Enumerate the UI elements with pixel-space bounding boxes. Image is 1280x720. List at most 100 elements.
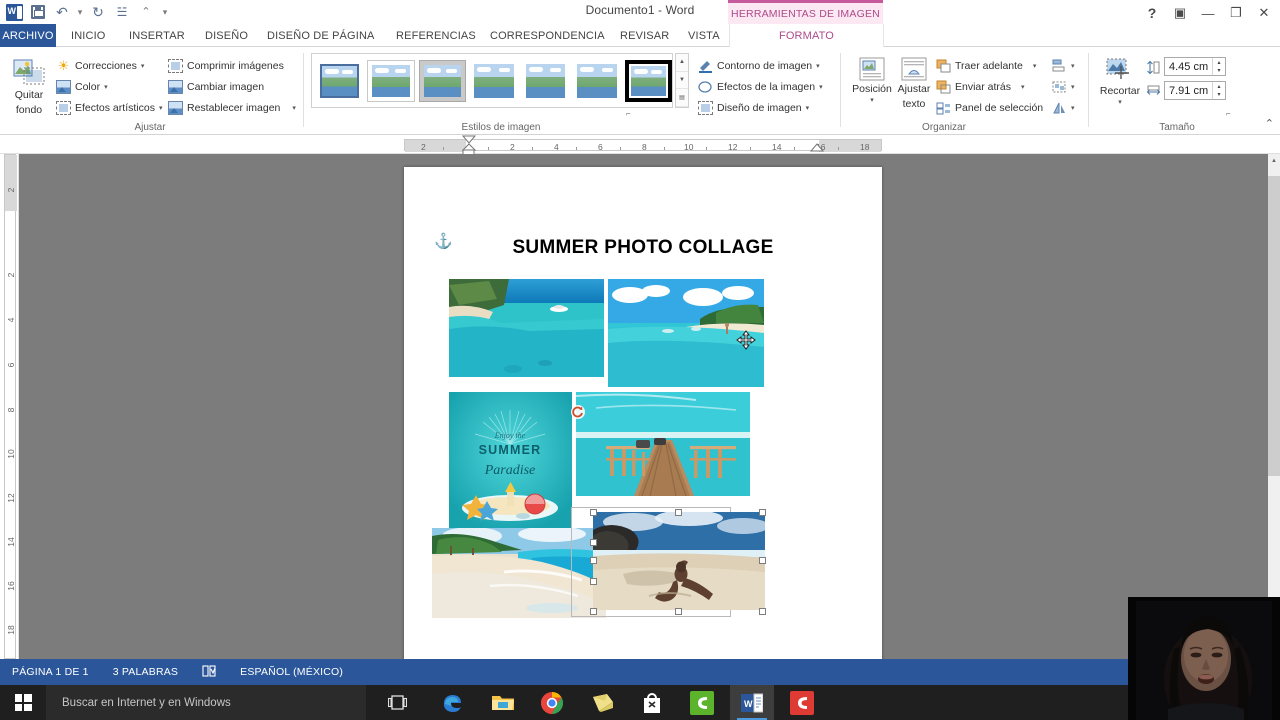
picture-style-5[interactable] [522, 60, 569, 102]
tab-revisar[interactable]: REVISAR [611, 24, 678, 47]
picture-style-7-selected[interactable] [624, 59, 673, 102]
vertical-ruler-track[interactable]: 2 2 4 6 8 10 12 14 16 18 [4, 154, 17, 659]
document-heading[interactable]: SUMMER PHOTO COLLAGE [404, 237, 882, 259]
close-button[interactable]: ✕ [1250, 1, 1278, 25]
help-button[interactable]: ? [1138, 1, 1166, 25]
picture-layout-button[interactable]: Diseño de imagen ▾ [698, 97, 823, 118]
chevron-down-icon[interactable]: ▾ [1033, 62, 1037, 70]
camtasia-icon[interactable] [680, 685, 724, 720]
ribbon-display-options-button[interactable]: ▣ [1166, 1, 1194, 25]
group-objects-button[interactable]: ▾ [1052, 76, 1075, 97]
chevron-down-icon[interactable]: ▾ [1071, 62, 1075, 70]
selection-handle-bottom-left[interactable] [590, 608, 597, 615]
remove-background-button[interactable]: Quitar fondo [4, 51, 54, 116]
shape-height-down[interactable]: ▾ [1213, 67, 1225, 76]
chevron-down-icon[interactable]: ▾ [819, 83, 823, 91]
document-page[interactable]: ⚓ SUMMER PHOTO COLLAGE Enjoy the SUMMER … [404, 167, 882, 659]
selection-handle-bottom-center[interactable] [675, 608, 682, 615]
selection-handle-top-center[interactable] [675, 509, 682, 516]
selection-pane-button[interactable]: Panel de selección [936, 97, 1043, 118]
scrollbar-thumb[interactable] [1268, 176, 1280, 476]
shape-width-stepper[interactable]: ▴ ▾ [1212, 82, 1225, 99]
compress-pictures-button[interactable]: Comprimir imágenes [168, 55, 296, 76]
chevron-down-icon[interactable]: ▾ [870, 96, 874, 104]
tab-formato[interactable]: FORMATO [729, 24, 884, 47]
photo-pier[interactable] [576, 392, 750, 496]
restore-button[interactable]: ❐ [1222, 1, 1250, 25]
artistic-effects-button[interactable]: Efectos artísticos ▾ [56, 97, 162, 118]
chevron-down-icon[interactable]: ▾ [292, 104, 296, 112]
wrap-text-button[interactable]: Ajustar texto [892, 51, 936, 110]
position-button[interactable]: Posición ▾ [850, 51, 894, 104]
send-backward-button[interactable]: Enviar atrás ▾ [936, 76, 1043, 97]
tab-correspondencia[interactable]: CORRESPONDENCIA [481, 24, 614, 47]
chevron-down-icon[interactable]: ▾ [806, 104, 810, 112]
picture-style-2[interactable] [367, 59, 415, 102]
camtasia-recorder-icon[interactable] [780, 685, 824, 720]
selection-handle-middle-left[interactable] [590, 557, 597, 564]
tab-referencias[interactable]: REFERENCIAS [387, 24, 485, 47]
store-icon[interactable] [630, 685, 674, 720]
file-explorer-icon[interactable] [481, 685, 525, 720]
vertical-scrollbar[interactable]: ▲ ▼ [1268, 154, 1280, 659]
task-view-button[interactable] [375, 685, 419, 720]
selection-handle-shore-right-top[interactable] [590, 539, 597, 546]
align-objects-button[interactable]: ▾ [1052, 55, 1075, 76]
bring-forward-button[interactable]: Traer adelante ▾ [936, 55, 1043, 76]
collapse-ribbon-button[interactable]: ⌃ [1265, 117, 1274, 130]
picture-styles-dialog-launcher[interactable]: ⌐ [626, 109, 636, 119]
chevron-down-icon[interactable]: ▾ [1118, 98, 1122, 106]
selection-handle-top-left[interactable] [590, 509, 597, 516]
chevron-down-icon[interactable]: ▾ [1071, 83, 1075, 91]
start-button[interactable] [0, 685, 46, 720]
picture-style-3[interactable] [418, 59, 467, 102]
minimize-button[interactable]: — [1194, 1, 1222, 25]
selection-handle-bottom-right[interactable] [759, 608, 766, 615]
photo-beach-cove[interactable] [449, 279, 604, 377]
shape-height-stepper[interactable]: ▴ ▾ [1212, 58, 1225, 75]
word-count[interactable]: 3 PALABRAS [101, 666, 190, 678]
language-indicator[interactable]: ESPAÑOL (MÉXICO) [228, 666, 355, 678]
word-taskbar-icon[interactable]: W [730, 685, 774, 720]
size-dialog-launcher[interactable]: ⌐ [1226, 109, 1236, 119]
gallery-scroll-up-button[interactable]: ▲ [676, 54, 688, 72]
gallery-more-button[interactable]: ▤ [676, 89, 688, 108]
rotate-objects-button[interactable]: ▾ [1052, 97, 1075, 118]
tab-insertar[interactable]: INSERTAR [120, 24, 194, 47]
picture-style-4[interactable] [470, 60, 517, 102]
crop-button[interactable]: Recortar ▾ [1094, 51, 1146, 106]
rotate-handle-icon[interactable] [570, 404, 586, 425]
scroll-up-arrow[interactable]: ▲ [1268, 154, 1280, 168]
chevron-down-icon[interactable]: ▾ [1071, 104, 1075, 112]
tab-diseno-de-pagina[interactable]: DISEÑO DE PÁGINA [258, 24, 384, 47]
shape-height-up[interactable]: ▴ [1213, 58, 1225, 67]
chevron-down-icon[interactable]: ▾ [141, 62, 145, 70]
search-input[interactable]: Buscar en Internet y en Windows [46, 685, 366, 720]
horizontal-ruler[interactable]: 2 2 4 6 8 10 12 14 16 18 [0, 135, 1280, 158]
gallery-scroll-down-button[interactable]: ▼ [676, 72, 688, 90]
shape-width-field[interactable]: 7.91 cm ▴ ▾ [1164, 81, 1226, 100]
photo-beach-yoga[interactable] [593, 512, 765, 610]
selection-handle-shore-right-bottom[interactable] [590, 578, 597, 585]
picture-style-1[interactable] [316, 60, 363, 102]
document-canvas[interactable]: ⚓ SUMMER PHOTO COLLAGE Enjoy the SUMMER … [19, 154, 1268, 659]
edge-icon[interactable] [430, 685, 474, 720]
shape-width-down[interactable]: ▾ [1213, 91, 1225, 100]
tab-inicio[interactable]: INICIO [62, 24, 115, 47]
page-indicator[interactable]: PÁGINA 1 DE 1 [0, 666, 101, 678]
chevron-down-icon[interactable]: ▾ [816, 62, 820, 70]
photo-summer-paradise[interactable]: Enjoy the SUMMER Paradise [449, 392, 572, 530]
vertical-ruler[interactable]: 2 2 4 6 8 10 12 14 16 18 [0, 154, 19, 665]
tab-diseno[interactable]: DISEÑO [196, 24, 257, 47]
chevron-down-icon[interactable]: ▾ [104, 83, 108, 91]
chevron-down-icon[interactable]: ▾ [159, 104, 163, 112]
sticky-notes-icon[interactable] [581, 685, 625, 720]
change-picture-button[interactable]: Cambiar imagen [168, 76, 296, 97]
chrome-icon[interactable] [530, 685, 574, 720]
tab-archivo[interactable]: ARCHIVO [0, 24, 56, 47]
shape-height-field[interactable]: 4.45 cm ▴ ▾ [1164, 57, 1226, 76]
picture-style-6[interactable] [573, 60, 620, 102]
color-button[interactable]: Color ▾ [56, 76, 162, 97]
reset-picture-button[interactable]: Restablecer imagen ▾ [168, 97, 296, 118]
picture-effects-button[interactable]: Efectos de la imagen ▾ [698, 76, 823, 97]
